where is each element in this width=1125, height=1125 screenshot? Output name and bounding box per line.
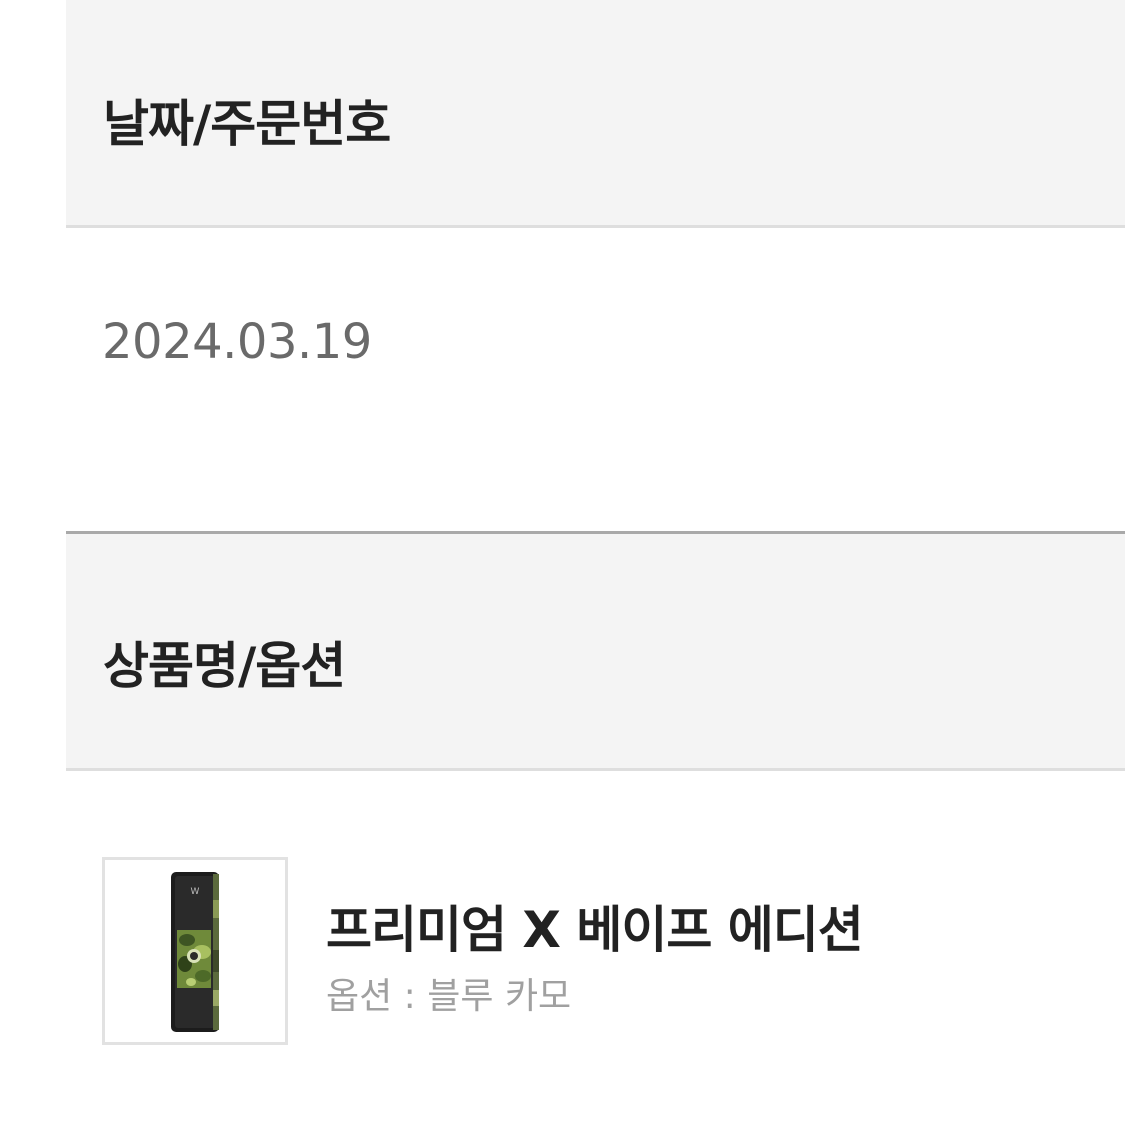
product-thumbnail[interactable]: W [102, 857, 288, 1045]
date-order-number-header: 날짜/주문번호 [66, 0, 1125, 228]
product-option-header: 상품명/옵션 [66, 531, 1125, 771]
product-option-label: 상품명/옵션 [103, 637, 346, 695]
phone-camo-product-image: W [171, 872, 219, 1032]
order-date: 2024.03.19 [102, 314, 372, 370]
order-detail-page: 날짜/주문번호 2024.03.19 상품명/옵션 W 프리미엄 X 베이프 에… [0, 0, 1125, 1125]
product-name[interactable]: 프리미엄 X 베이프 에디션 [326, 890, 864, 962]
svg-text:W: W [191, 887, 200, 897]
date-order-number-label: 날짜/주문번호 [103, 95, 391, 153]
product-option: 옵션 : 블루 카모 [326, 976, 572, 1017]
